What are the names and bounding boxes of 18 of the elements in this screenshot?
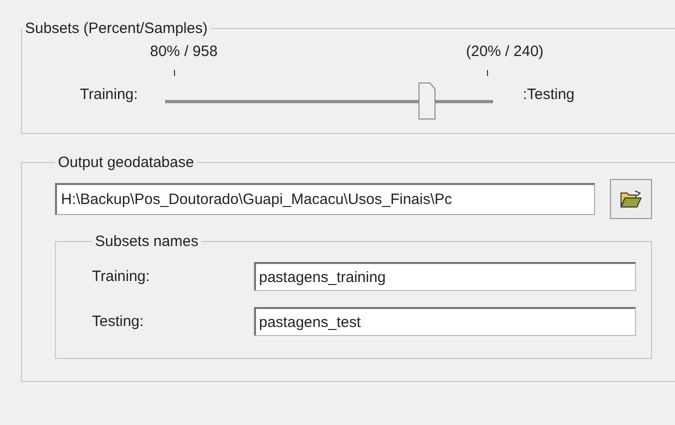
field-label: Training: (92, 268, 151, 285)
group-title: Subsets (Percent/Samples) (24, 20, 209, 37)
name-field[interactable]: pastagens_test (254, 307, 636, 336)
group-title: Subsets names (94, 233, 200, 250)
tick-mark (486, 70, 488, 76)
slider-thumb[interactable] (418, 82, 436, 120)
field-label: Testing: (92, 313, 145, 330)
testing-share-label: (20% / 240) (466, 43, 544, 60)
tick-mark (174, 70, 175, 76)
name-field[interactable]: pastagens_training (254, 262, 636, 291)
slider[interactable] (164, 70, 493, 122)
path-field[interactable]: H:\Backup\Pos_Doutorado\Guapi_Macacu\Usos_Finais\Pc (55, 183, 595, 215)
group-title: Output geodatabase (57, 154, 195, 171)
folder-icon (620, 190, 642, 208)
slider-label: :Testing (522, 86, 575, 102)
browse-button[interactable] (610, 179, 652, 219)
training-share-label: 80% / 958 (150, 43, 218, 60)
slider-label: Training: (80, 86, 138, 102)
